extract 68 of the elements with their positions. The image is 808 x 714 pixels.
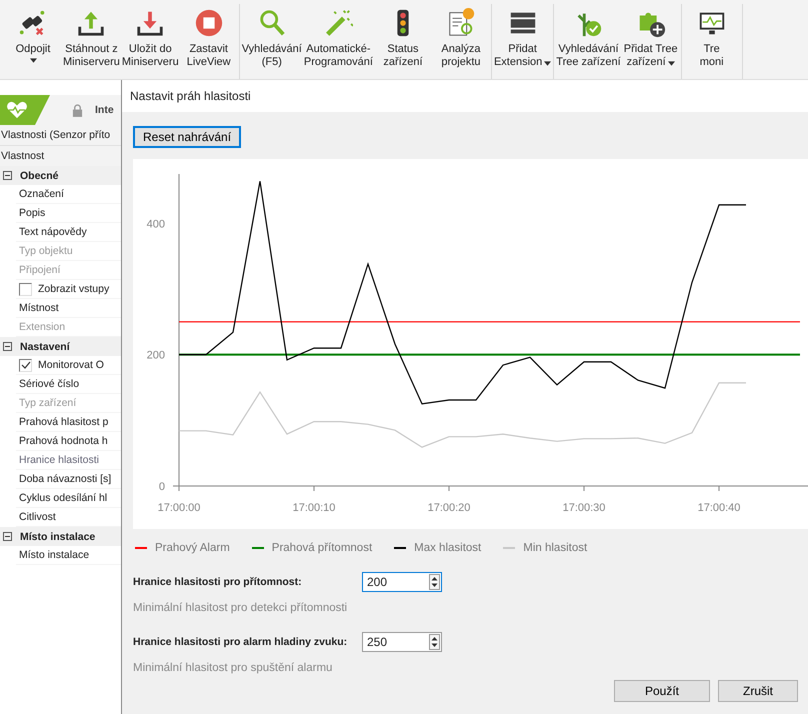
x-tick-label: 17:00:00 bbox=[158, 502, 200, 514]
x-tick-label: 17:00:40 bbox=[698, 502, 740, 514]
dialog-button[interactable]: Použít bbox=[614, 680, 710, 702]
toolbar-button[interactable]: Tre moni bbox=[682, 4, 741, 79]
reset-button[interactable]: Reset nahrávání bbox=[133, 126, 242, 148]
stop-icon bbox=[194, 8, 224, 38]
y-tick-label: 0 bbox=[158, 481, 165, 493]
property-label: Typ objektu bbox=[19, 245, 73, 257]
number-field[interactable]: 200 bbox=[362, 572, 442, 592]
legend-label: Prahový Alarm bbox=[155, 542, 230, 554]
property-label: Text nápovědy bbox=[19, 226, 87, 238]
group-label: Místo instalace bbox=[20, 530, 96, 542]
dialog-title: Nastavit práh hlasitosti bbox=[122, 80, 808, 112]
property-label: Místo instalace bbox=[19, 549, 90, 561]
toolbar-button[interactable]: Zastavit LiveView bbox=[180, 4, 238, 79]
group-label: Nastavení bbox=[20, 340, 70, 352]
spinner-icon[interactable] bbox=[429, 634, 440, 650]
spinner-icon[interactable] bbox=[429, 574, 440, 590]
field-label: Hranice hlasitosti pro alarm hladiny zvuku: bbox=[133, 636, 348, 648]
property-label: Připojení bbox=[19, 264, 60, 276]
property-label: Citlivost bbox=[19, 511, 56, 523]
property-label: Popis bbox=[19, 207, 46, 219]
property-label: Typ zařízení bbox=[19, 397, 76, 409]
tab-label[interactable]: Inte bbox=[95, 104, 114, 116]
property-label: Označení bbox=[19, 188, 64, 200]
toolbar-button[interactable]: Analýza projektu bbox=[432, 4, 490, 79]
toolbar-button[interactable]: Přidat Tree zařízení bbox=[622, 4, 680, 79]
x-tick-label: 17:00:10 bbox=[292, 502, 336, 514]
collapse-icon[interactable] bbox=[3, 171, 12, 180]
legend-label: Prahová přítomnost bbox=[272, 542, 372, 554]
toolbar-button[interactable]: Odpojit bbox=[4, 4, 62, 79]
field-label: Hranice hlasitosti pro přítomnost: bbox=[133, 576, 303, 588]
toolbar-button[interactable]: Vyhledávání (F5) bbox=[240, 4, 303, 79]
legend-label: Min hlasitost bbox=[523, 542, 588, 554]
toolbar-button[interactable]: Přidat Extension bbox=[492, 4, 552, 79]
field-hint: Minimální hlasitost pro detekci přítomnosti bbox=[133, 602, 348, 614]
toolbar-button[interactable]: Automatické- Programování bbox=[302, 4, 374, 79]
dialog-button[interactable]: Zrušit bbox=[718, 680, 798, 702]
magic-wand-icon bbox=[323, 8, 354, 38]
number-field[interactable]: 250 bbox=[362, 632, 442, 652]
property-label: Doba návaznosti [s] bbox=[19, 473, 112, 485]
collapse-icon[interactable] bbox=[3, 342, 12, 351]
property-label: Zobrazit vstupy bbox=[38, 283, 110, 295]
property-label: Cyklus odesílání hl bbox=[19, 492, 108, 504]
y-tick-label: 200 bbox=[146, 350, 165, 362]
checkbox[interactable] bbox=[19, 282, 32, 296]
property-label: Prahová hlasitost p bbox=[19, 416, 108, 428]
property-label: Místnost bbox=[19, 302, 59, 314]
x-tick-label: 17:00:20 bbox=[428, 502, 470, 514]
toolbar-button[interactable]: Status zařízení bbox=[374, 4, 432, 79]
collapse-icon[interactable] bbox=[3, 532, 12, 541]
toolbar-button[interactable]: Uložit do Miniserveru bbox=[120, 4, 180, 79]
legend-label: Max hlasitost bbox=[414, 542, 482, 554]
toolbar-button[interactable]: Vyhledávání Tree zařízení bbox=[555, 4, 622, 79]
x-tick-label: 17:00:30 bbox=[562, 502, 606, 514]
heart-icon bbox=[6, 101, 28, 119]
property-label: Monitorovat O bbox=[38, 359, 104, 371]
panel-title: Vlastnosti (Senzor příto bbox=[0, 125, 121, 145]
checkbox[interactable] bbox=[19, 358, 32, 372]
property-label: Sériové číslo bbox=[19, 378, 80, 390]
field-hint: Minimální hlasitost pro spuštění alarmu bbox=[133, 662, 332, 674]
property-label: Prahová hodnota h bbox=[19, 435, 108, 447]
y-tick-label: 400 bbox=[146, 218, 165, 230]
group-label: Obecné bbox=[20, 170, 59, 182]
property-label: Extension bbox=[19, 321, 66, 333]
column-header: Vlastnost bbox=[0, 145, 121, 166]
toolbar-button[interactable]: Stáhnout z Miniserveru bbox=[62, 4, 121, 79]
property-label: Hranice hlasitosti bbox=[19, 454, 99, 466]
